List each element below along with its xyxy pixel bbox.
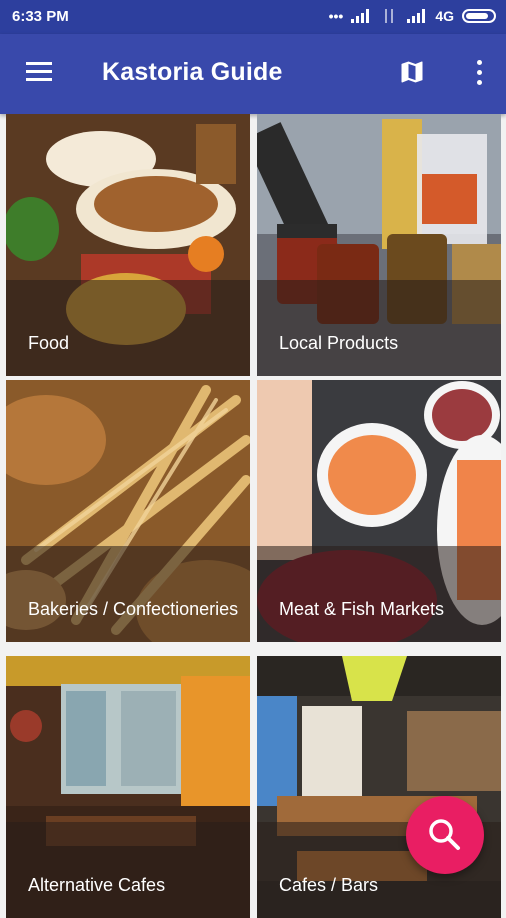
status-bar: 6:33 PM ••• 4G [0,0,506,34]
tile-label-overlay [257,546,501,642]
status-icons: ••• 4G [329,8,496,24]
status-time: 6:33 PM [12,8,69,25]
category-label: Alternative Cafes [28,875,166,895]
category-tile-cafes-bars[interactable]: Cafes / Bars [257,656,501,918]
more-vertical-icon[interactable] [476,60,482,86]
dots-icon: ••• [328,8,344,24]
tile-label-overlay [6,822,250,918]
category-label: Cafes / Bars [279,875,379,895]
app-bar: Kastoria Guide [0,34,506,114]
category-tile-bakeries[interactable]: Bakeries / Confectioneries [6,380,250,642]
battery-icon [462,9,496,23]
menu-icon[interactable] [26,62,52,82]
category-tile-local-products[interactable]: Local Products [257,114,501,376]
category-tile-meat-fish[interactable]: Meat & Fish Markets [257,380,501,642]
signal-icon [351,9,371,23]
tile-label-overlay [6,280,250,376]
tile-label-overlay [257,280,501,376]
search-icon [429,819,460,850]
data-transfer-icon [379,9,399,23]
app-title: Kastoria Guide [102,58,283,86]
search-fab-button[interactable] [406,796,484,874]
category-label: Bakeries / Confectioneries [28,599,239,619]
category-tile-food[interactable]: Food [6,114,250,376]
signal-icon [407,9,427,23]
category-label: Local Products [279,333,399,353]
network-type: 4G [435,8,454,24]
category-label: Meat & Fish Markets [279,599,445,619]
tile-label-overlay [6,546,250,642]
category-label: Food [28,333,70,353]
map-icon[interactable] [398,58,426,86]
category-tile-alternative-cafes[interactable]: Alternative Cafes [6,656,250,918]
